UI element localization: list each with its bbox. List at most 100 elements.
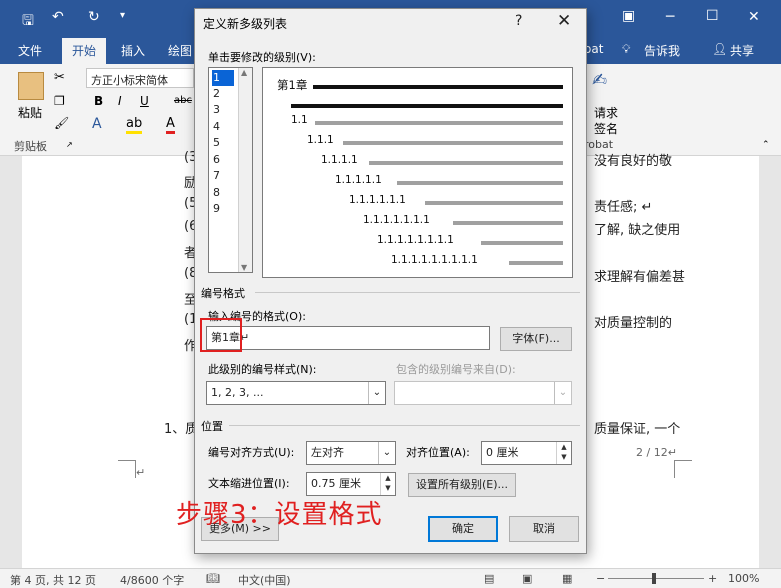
read-mode-icon[interactable]: ▤	[484, 572, 494, 585]
number-style-select[interactable]: 1, 2, 3, ... ⌄	[206, 381, 386, 405]
level-item[interactable]: 6	[212, 152, 234, 168]
highlight-color-icon[interactable]: ab	[126, 116, 143, 134]
close-button[interactable]: ✕	[748, 9, 760, 25]
preview-level-bar	[369, 161, 563, 165]
tab-draw[interactable]: 绘图	[168, 42, 192, 59]
level-item[interactable]: 9	[212, 201, 234, 217]
preview-level-bar	[397, 181, 563, 185]
text-effects-icon[interactable]: A	[92, 116, 102, 132]
share-icon[interactable]: 👤︎	[712, 42, 727, 56]
align-at-input[interactable]: 0 厘米 ▲ ▼	[481, 441, 572, 465]
position-section-label: 位置	[201, 420, 223, 433]
preview-level-label: 1.1.1.1.1	[335, 174, 382, 186]
spinner-icon[interactable]: ▲ ▼	[556, 442, 571, 464]
cancel-button-label: 取消	[533, 522, 555, 535]
paste-icon[interactable]	[18, 72, 44, 100]
language-indicator[interactable]: 中文(中国)	[238, 572, 291, 588]
zoom-slider[interactable]	[608, 573, 704, 584]
zoom-level[interactable]: 100%	[728, 572, 759, 585]
undo-icon[interactable]: ↶	[52, 9, 64, 25]
number-style-label: 此级别的编号样式(N):	[208, 363, 317, 376]
preview-level-label: 1.1.1.1.1.1.1.1	[377, 234, 454, 246]
chevron-down-icon[interactable]: ⌄	[368, 382, 385, 404]
font-name-combo[interactable]: 方正小标宋简体	[86, 68, 194, 88]
align-at-value: 0 厘米	[486, 446, 519, 459]
scroll-up-icon[interactable]: ▲	[241, 68, 247, 77]
section-divider	[255, 292, 580, 293]
request-sign-label-2[interactable]: 签名	[594, 120, 618, 137]
click-level-label: 单击要修改的级别(V):	[208, 51, 316, 64]
format-painter-icon[interactable]: 🖌︎	[54, 116, 69, 130]
spinner-icon[interactable]: ▲ ▼	[380, 473, 395, 495]
maximize-button[interactable]: ☐	[706, 8, 719, 24]
minimize-button[interactable]: ─	[666, 9, 674, 25]
alignment-value: 左对齐	[311, 446, 344, 459]
underline-button[interactable]: U	[140, 94, 149, 108]
level-list[interactable]: 1 2 3 4 5 6 7 8 9 ▲ ▼	[208, 67, 253, 273]
set-all-levels-button[interactable]: 设置所有级别(E)...	[408, 473, 516, 497]
align-at-label: 对齐位置(A):	[406, 446, 470, 459]
level-item[interactable]: 8	[212, 185, 234, 201]
page-count[interactable]: 第 4 页, 共 12 页	[10, 572, 96, 588]
chevron-down-icon[interactable]: ⌄	[378, 442, 395, 464]
ok-button[interactable]: 确定	[428, 516, 498, 542]
level-item[interactable]: 1	[212, 70, 234, 86]
zoom-in-button[interactable]: +	[708, 572, 717, 585]
bold-button[interactable]: B	[94, 94, 103, 108]
preview-level-bar	[425, 201, 563, 205]
tab-file[interactable]: 文件	[18, 42, 42, 59]
zoom-out-button[interactable]: −	[596, 572, 605, 585]
lightbulb-icon[interactable]: 💡︎	[622, 42, 630, 57]
font-color-icon[interactable]: A	[166, 116, 175, 134]
number-format-input[interactable]: 第1章↵	[206, 326, 490, 350]
web-layout-icon[interactable]: ▦	[562, 572, 572, 585]
share-button[interactable]: 共享	[730, 42, 754, 59]
word-count[interactable]: 4/8600 个字	[120, 572, 184, 588]
level-item[interactable]: 3	[212, 102, 234, 118]
save-icon[interactable]: 🖫	[22, 10, 34, 34]
scroll-down-icon[interactable]: ▼	[241, 263, 247, 272]
proofing-icon[interactable]: 📖︎	[206, 572, 220, 585]
dialog-close-button[interactable]: ✕	[557, 11, 571, 31]
level-item[interactable]: 5	[212, 135, 234, 151]
indent-input[interactable]: 0.75 厘米 ▲ ▼	[306, 472, 396, 496]
tab-insert[interactable]: 插入	[121, 42, 145, 59]
doc-line-right: 求理解有偏差甚	[594, 270, 686, 285]
dialog-title: 定义新多级列表	[203, 17, 288, 31]
collapse-ribbon-icon[interactable]: ⌃	[762, 140, 770, 150]
level-list-scrollbar[interactable]: ▲ ▼	[238, 68, 252, 272]
level-item[interactable]: 7	[212, 168, 234, 184]
level-item[interactable]: 4	[212, 119, 234, 135]
level-item[interactable]: 2	[212, 86, 234, 102]
preview-level-bar	[343, 141, 563, 145]
alignment-select[interactable]: 左对齐 ⌄	[306, 441, 396, 465]
preview-level-label: 1.1.1.1.1.1.1.1.1	[391, 254, 478, 266]
preview-level-label: 1.1	[291, 114, 308, 126]
strikethrough-button[interactable]: abc	[174, 95, 192, 106]
signature-icon[interactable]: ✍	[592, 70, 607, 91]
tell-me-box[interactable]: 告诉我	[644, 42, 680, 59]
italic-button[interactable]: I	[118, 94, 122, 108]
font-name-value: 方正小标宋简体	[91, 74, 168, 87]
cut-icon[interactable]: ✂	[54, 70, 65, 85]
preview-level-label: 1.1.1	[307, 134, 334, 146]
step-caption: 步骤3：设置格式	[176, 500, 383, 530]
cancel-button[interactable]: 取消	[509, 516, 579, 542]
paste-button[interactable]: 粘贴	[18, 104, 42, 121]
preview-level-label: 1.1.1.1.1.1	[349, 194, 406, 206]
preview-level-label: 1.1.1.1.1.1.1	[363, 214, 430, 226]
font-button[interactable]: 字体(F)...	[500, 327, 572, 351]
copy-icon[interactable]: ❐	[54, 94, 65, 108]
item-1-right: 质量保证, 一个	[594, 422, 681, 437]
help-button[interactable]: ?	[515, 13, 522, 29]
quick-access-dropdown-icon[interactable]: ▾	[120, 10, 125, 21]
ribbon-display-icon[interactable]: ▣	[622, 8, 635, 24]
set-all-levels-label: 设置所有级别(E)...	[415, 478, 509, 491]
tab-home[interactable]: 开始	[62, 38, 107, 64]
print-layout-icon[interactable]: ▣	[522, 572, 532, 585]
zoom-slider-thumb[interactable]	[652, 573, 656, 584]
redo-icon[interactable]: ↻	[88, 9, 100, 25]
request-sign-label-1[interactable]: 请求	[594, 104, 618, 121]
preview-level-bar	[453, 221, 563, 225]
dialog-launcher-icon[interactable]: ↗	[66, 140, 73, 149]
